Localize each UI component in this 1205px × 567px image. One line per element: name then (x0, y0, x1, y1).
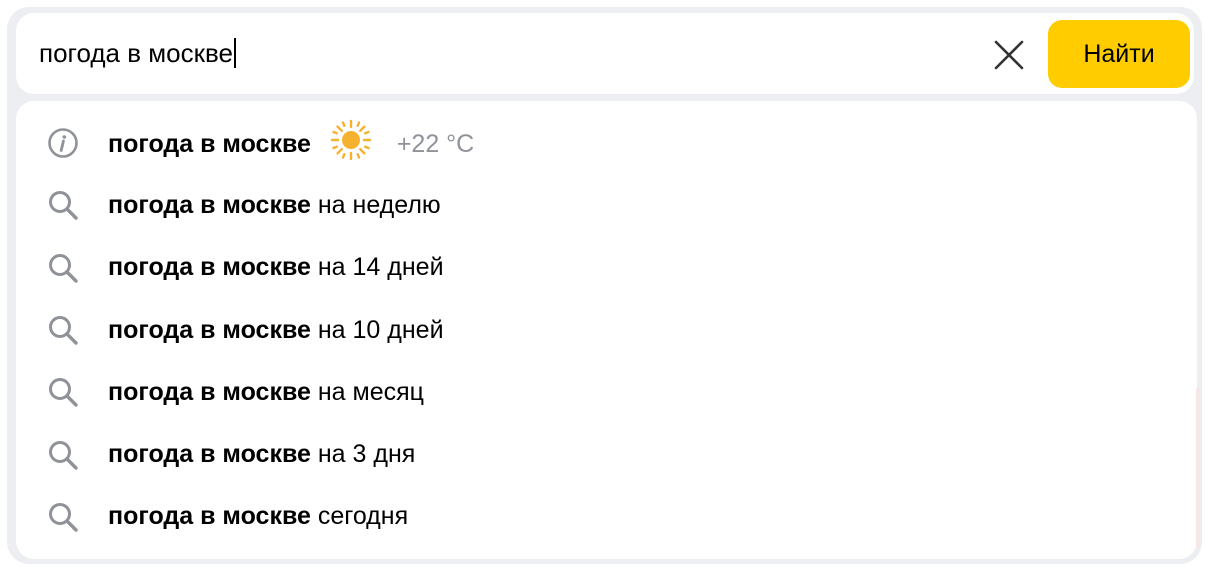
suggestion-text: погода в москве на месяц (108, 378, 424, 407)
suggestion-bold: погода в москве (108, 253, 311, 282)
close-icon (994, 40, 1024, 70)
info-icon (46, 126, 80, 160)
temperature: +22 °C (396, 129, 475, 158)
suggestion-bold: погода в москве (108, 190, 311, 219)
suggestions-list: погода в москве +22 °C погода в москве н… (16, 112, 1197, 548)
suggestion-item[interactable]: погода в москве сегодня (16, 486, 1197, 548)
clear-button[interactable] (989, 35, 1029, 75)
suggestion-item[interactable]: погода в москве на 10 дней (16, 299, 1197, 361)
suggestion-item[interactable]: погода в москве на неделю (16, 174, 1197, 236)
search-icon (46, 188, 80, 222)
scrollbar-track[interactable] (1196, 388, 1200, 548)
suggestion-rest: на 14 дней (317, 253, 444, 282)
suggestion-item[interactable]: погода в москве на 14 дней (16, 237, 1197, 299)
suggestion-item[interactable]: погода в москве на месяц (16, 361, 1197, 423)
search-icon (46, 438, 80, 472)
suggestion-item[interactable]: погода в москве на 3 дня (16, 423, 1197, 485)
sun-icon (330, 119, 372, 168)
text-caret (233, 38, 236, 68)
search-icon (46, 375, 80, 409)
suggestion-bold: погода в москве (108, 377, 311, 406)
suggestion-rest: на 3 дня (317, 440, 416, 469)
suggestion-text: погода в москве +22 °C (108, 119, 474, 168)
search-bar: погода в москве Найти (16, 13, 1194, 94)
suggestion-rest: на месяц (317, 377, 424, 406)
suggestion-text: погода в москве на неделю (108, 191, 441, 220)
suggestion-rest: на 10 дней (317, 315, 444, 344)
suggestion-text: погода в москве на 10 дней (108, 316, 444, 345)
suggestion-rest: сегодня (317, 502, 409, 531)
suggestion-rest: на неделю (317, 190, 441, 219)
suggestion-bold: погода в москве (108, 502, 311, 531)
suggestion-item-weather[interactable]: погода в москве +22 °C (16, 112, 1197, 174)
suggestion-text: погода в москве на 3 дня (108, 440, 415, 469)
suggestion-text: погода в москве сегодня (108, 502, 408, 531)
suggestion-bold: погода в москве (108, 440, 311, 469)
search-icon (46, 500, 80, 534)
search-icon (46, 313, 80, 347)
search-input[interactable]: погода в москве (39, 35, 236, 71)
search-button[interactable]: Найти (1048, 20, 1190, 88)
suggestions-dropdown: погода в москве +22 °C погода в москве н… (16, 101, 1197, 559)
search-input-value: погода в москве (39, 38, 233, 68)
search-icon (46, 251, 80, 285)
suggestion-bold: погода в москве (108, 315, 311, 344)
suggestion-bold: погода в москве (108, 129, 311, 158)
suggestion-text: погода в москве на 14 дней (108, 253, 444, 282)
